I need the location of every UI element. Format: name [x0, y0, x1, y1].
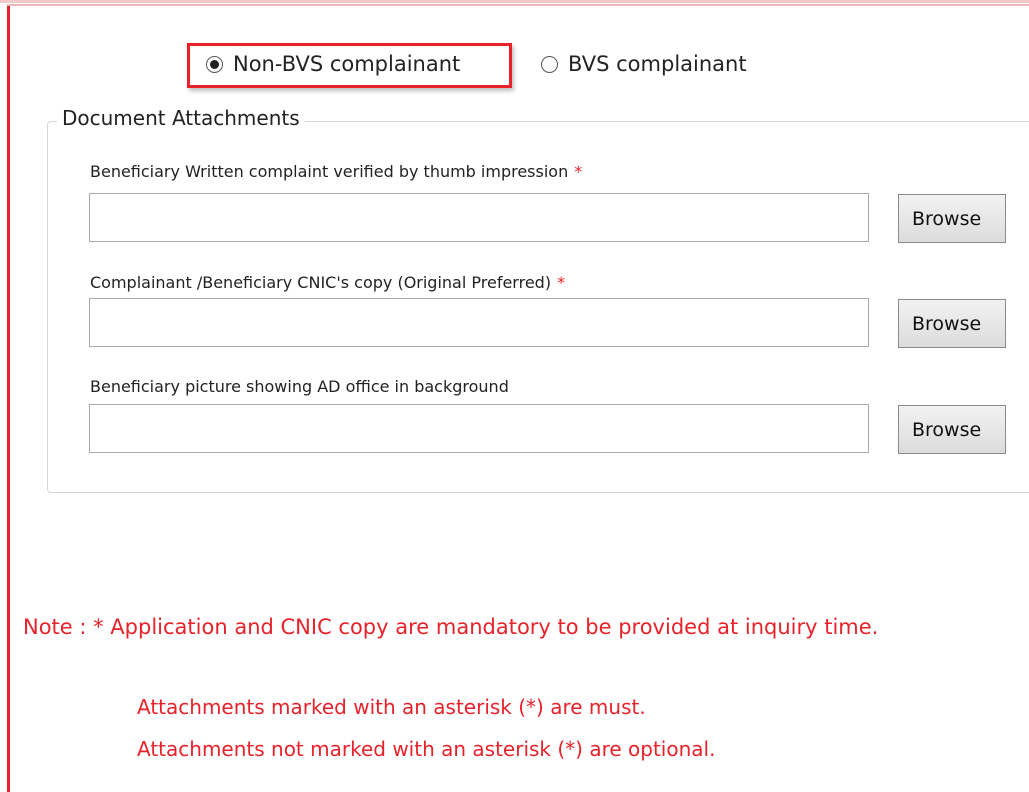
radio-label: Non-BVS complainant — [233, 52, 461, 76]
radio-bvs-complainant[interactable]: BVS complainant — [541, 52, 747, 76]
required-asterisk: * — [557, 273, 566, 292]
attachment-label-text: Complainant /Beneficiary CNIC's copy (Or… — [90, 273, 552, 292]
radio-checked-icon[interactable] — [206, 55, 223, 73]
attachment-label-written-complaint: Beneficiary Written complaint verified b… — [90, 162, 582, 181]
window-top-border — [7, 4, 1029, 6]
browse-button-beneficiary-picture[interactable]: Browse — [898, 405, 1006, 454]
attachment-label-beneficiary-picture: Beneficiary picture showing AD office in… — [90, 377, 509, 396]
note-required-attachments: Attachments marked with an asterisk (*) … — [137, 695, 646, 719]
attachment-label-text: Beneficiary picture showing AD office in… — [90, 377, 509, 396]
window-left-border — [7, 6, 10, 792]
browse-button-cnic-copy[interactable]: Browse — [898, 299, 1006, 348]
note-optional-attachments: Attachments not marked with an asterisk … — [137, 737, 716, 761]
attachment-label-text: Beneficiary Written complaint verified b… — [90, 162, 569, 181]
required-asterisk: * — [574, 162, 583, 181]
mandatory-note: Note : * Application and CNIC copy are m… — [23, 615, 879, 639]
fieldset-legend: Document Attachments — [57, 106, 305, 130]
file-input-cnic-copy[interactable] — [89, 298, 869, 347]
radio-dot — [210, 59, 219, 69]
radio-unchecked-icon[interactable] — [541, 55, 558, 73]
form-window: Non-BVS complainant BVS complainant Docu… — [0, 0, 1029, 792]
file-input-beneficiary-picture[interactable] — [89, 404, 869, 453]
browse-button-written-complaint[interactable]: Browse — [898, 194, 1006, 243]
attachment-label-cnic-copy: Complainant /Beneficiary CNIC's copy (Or… — [90, 273, 565, 292]
radio-label: BVS complainant — [568, 52, 747, 76]
file-input-written-complaint[interactable] — [89, 193, 869, 242]
radio-non-bvs-complainant[interactable]: Non-BVS complainant — [206, 52, 460, 76]
